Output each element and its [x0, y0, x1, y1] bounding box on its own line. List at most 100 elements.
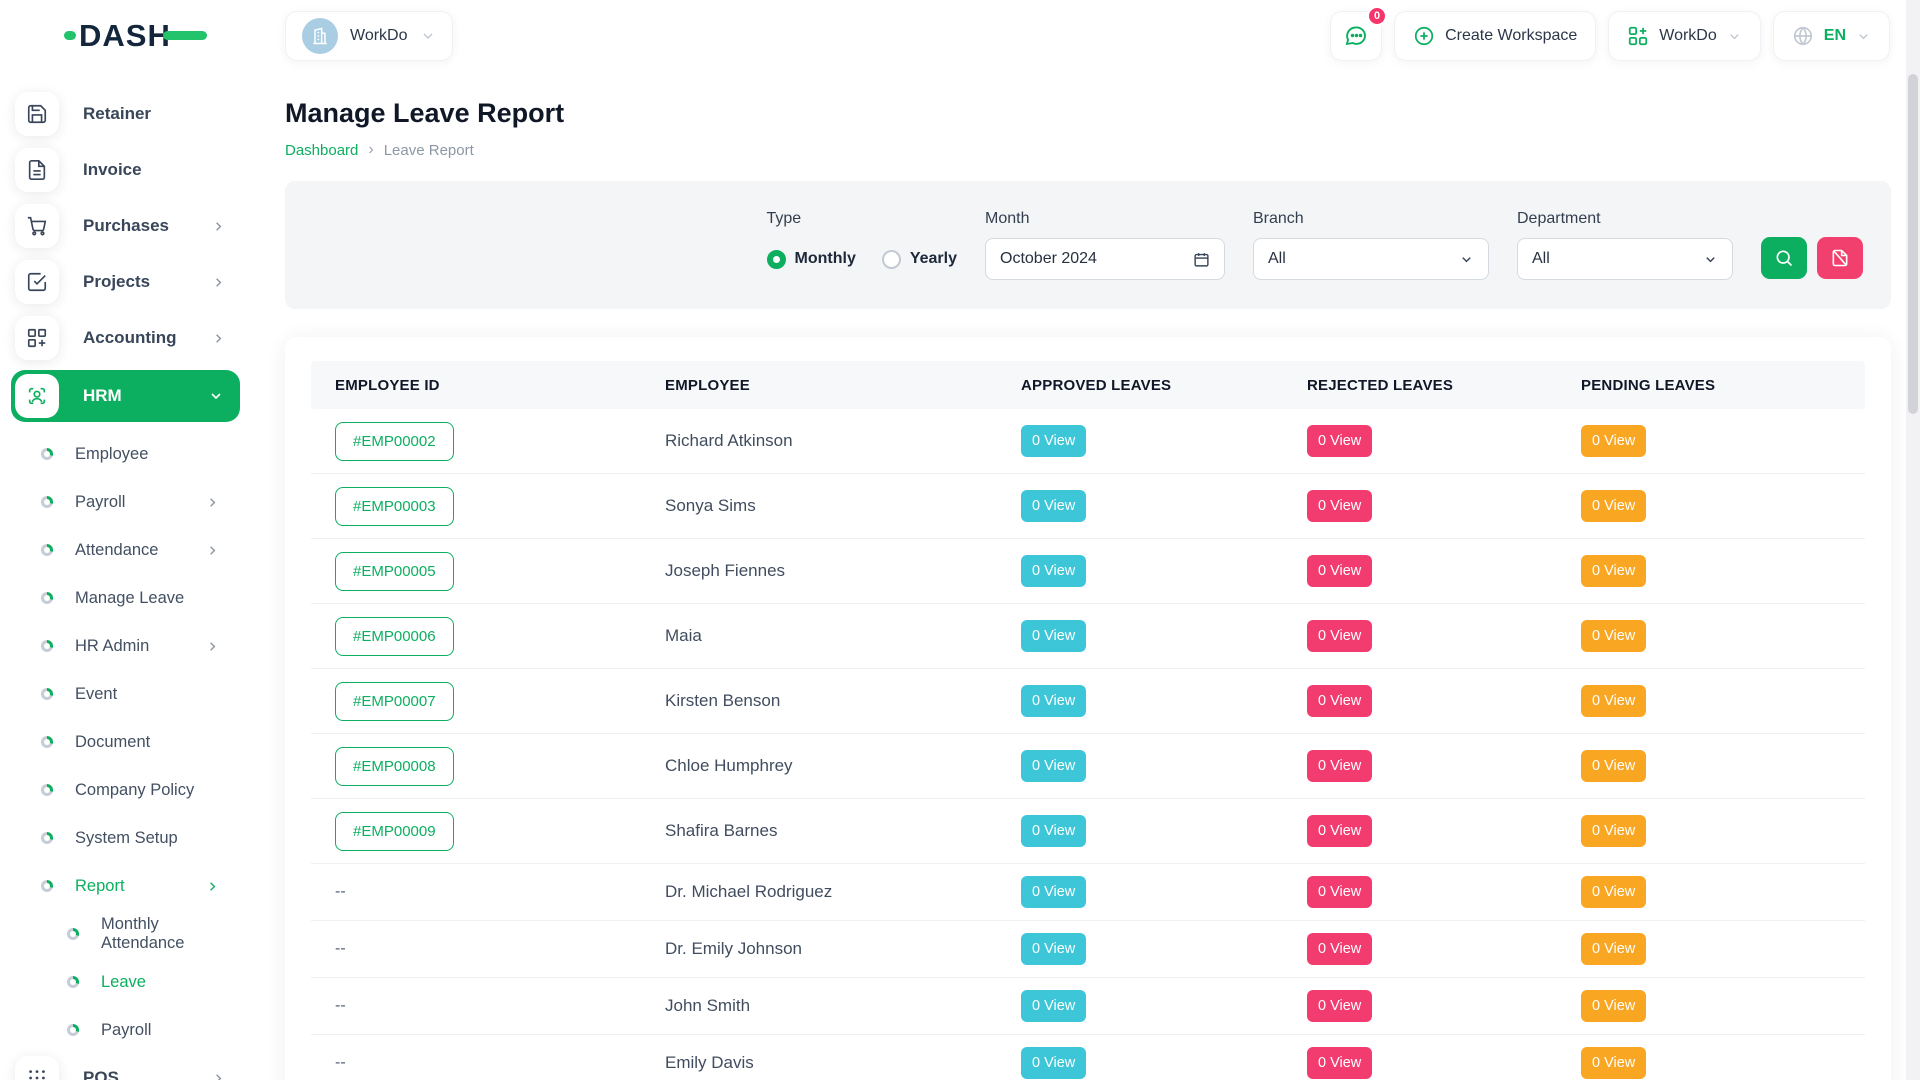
sidebar-subitem-hr-admin[interactable]: HR Admin [15, 622, 240, 670]
sidebar-item-retainer[interactable]: Retainer [15, 90, 240, 138]
sidebar-subitem-system-setup[interactable]: System Setup [15, 814, 240, 862]
sidebar-item-label: Accounting [83, 328, 177, 348]
sidebar-subitem-payroll[interactable]: Payroll [15, 478, 240, 526]
pending-leaves-view-badge[interactable]: 0 View [1581, 750, 1646, 782]
logo-accent-dash [163, 31, 207, 40]
chevron-down-icon [1727, 29, 1742, 44]
approved-leaves-view-badge[interactable]: 0 View [1021, 555, 1086, 587]
filter-type-options: Monthly Yearly [767, 238, 957, 280]
rejected-leaves-view-badge[interactable]: 0 View [1307, 490, 1372, 522]
department-select[interactable]: All [1517, 238, 1733, 280]
rejected-leaves-view-badge[interactable]: 0 View [1307, 1047, 1372, 1079]
radio-monthly[interactable]: Monthly [767, 250, 856, 269]
approved-leaves-view-badge[interactable]: 0 View [1021, 490, 1086, 522]
pending-leaves-view-badge[interactable]: 0 View [1581, 876, 1646, 908]
approved-leaves-view-badge[interactable]: 0 View [1021, 620, 1086, 652]
create-workspace-button[interactable]: Create Workspace [1394, 11, 1596, 61]
language-selector[interactable]: EN [1773, 11, 1890, 61]
sidebar-item-hrm[interactable]: HRM [11, 370, 240, 422]
sidebar-item-invoice[interactable]: Invoice [15, 146, 240, 194]
sidebar-item-purchases[interactable]: Purchases [15, 202, 240, 250]
approved-leaves-view-badge[interactable]: 0 View [1021, 876, 1086, 908]
sidebar-subitem-monthly-attendance[interactable]: Monthly Attendance [15, 910, 240, 958]
logo-accent-dot [64, 31, 76, 40]
page-scrollbar[interactable] [1906, 0, 1920, 1080]
scrollbar-thumb[interactable] [1908, 74, 1918, 414]
sidebar-subitem-event[interactable]: Event [15, 670, 240, 718]
breadcrumb-dashboard-link[interactable]: Dashboard [285, 142, 358, 159]
bullet-icon [67, 928, 79, 940]
column-header-pending-leaves: PENDING LEAVES [1557, 377, 1865, 394]
employee-id-button[interactable]: #EMP00007 [335, 682, 454, 721]
pending-leaves-view-badge[interactable]: 0 View [1581, 990, 1646, 1022]
approved-leaves-view-badge[interactable]: 0 View [1021, 815, 1086, 847]
employee-name: Sonya Sims [665, 496, 756, 515]
pending-leaves-view-badge[interactable]: 0 View [1581, 620, 1646, 652]
globe-icon [1792, 25, 1814, 47]
pending-leaves-view-badge[interactable]: 0 View [1581, 555, 1646, 587]
pending-leaves-view-badge[interactable]: 0 View [1581, 933, 1646, 965]
pending-leaves-view-badge[interactable]: 0 View [1581, 685, 1646, 717]
sidebar-item-label: HRM [83, 386, 122, 406]
sidebar-subitem-label: Payroll [101, 1021, 151, 1040]
sidebar-item-pos[interactable]: POS [15, 1054, 240, 1080]
bullet-icon [41, 544, 53, 556]
employee-id-button[interactable]: #EMP00002 [335, 422, 454, 461]
sidebar-item-projects[interactable]: Projects [15, 258, 240, 306]
pending-leaves-view-badge[interactable]: 0 View [1581, 815, 1646, 847]
employee-id-button[interactable]: #EMP00008 [335, 747, 454, 786]
approved-leaves-view-badge[interactable]: 0 View [1021, 933, 1086, 965]
approved-leaves-view-badge[interactable]: 0 View [1021, 750, 1086, 782]
month-picker-value: October 2024 [1000, 250, 1097, 268]
apps-menu-button[interactable]: WorkDo [1608, 11, 1761, 61]
radio-yearly[interactable]: Yearly [882, 250, 957, 269]
approved-leaves-view-badge[interactable]: 0 View [1021, 990, 1086, 1022]
table-row: #EMP00005Joseph Fiennes0 View0 View0 Vie… [311, 539, 1865, 604]
month-picker-input[interactable]: October 2024 [985, 238, 1225, 280]
employee-id-button[interactable]: #EMP00003 [335, 487, 454, 526]
rejected-leaves-view-badge[interactable]: 0 View [1307, 685, 1372, 717]
sidebar-subitem-employee[interactable]: Employee [15, 430, 240, 478]
sidebar-subitem-document[interactable]: Document [15, 718, 240, 766]
pending-leaves-view-badge[interactable]: 0 View [1581, 425, 1646, 457]
rejected-leaves-view-badge[interactable]: 0 View [1307, 876, 1372, 908]
rejected-leaves-view-badge[interactable]: 0 View [1307, 750, 1372, 782]
approved-leaves-view-badge[interactable]: 0 View [1021, 685, 1086, 717]
workspace-selector[interactable]: WorkDo [285, 11, 453, 61]
pending-leaves-view-badge[interactable]: 0 View [1581, 490, 1646, 522]
sidebar-subitem-report[interactable]: Report [15, 862, 240, 910]
chevron-down-icon [1703, 252, 1718, 267]
reset-filter-button[interactable] [1817, 237, 1863, 279]
rejected-leaves-view-badge[interactable]: 0 View [1307, 555, 1372, 587]
messages-button[interactable]: 0 [1330, 11, 1382, 61]
search-button[interactable] [1761, 237, 1807, 279]
employee-id-button[interactable]: #EMP00009 [335, 812, 454, 851]
sidebar-subitem-attendance[interactable]: Attendance [15, 526, 240, 574]
sidebar-subitem-label: HR Admin [75, 637, 149, 656]
rejected-leaves-view-badge[interactable]: 0 View [1307, 620, 1372, 652]
employee-id-button[interactable]: #EMP00005 [335, 552, 454, 591]
sidebar-subitem-leave[interactable]: Leave [15, 958, 240, 1006]
sidebar-subitem-label: Document [75, 733, 150, 752]
pending-leaves-view-badge[interactable]: 0 View [1581, 1047, 1646, 1079]
sidebar-subitem-manage-leave[interactable]: Manage Leave [15, 574, 240, 622]
sidebar-subitem-company-policy[interactable]: Company Policy [15, 766, 240, 814]
rejected-leaves-view-badge[interactable]: 0 View [1307, 815, 1372, 847]
sidebar-item-accounting[interactable]: Accounting [15, 314, 240, 362]
table-row: #EMP00003 Sonya Sims 0 View 0 View 0 View [311, 474, 1865, 539]
branch-select-value: All [1268, 250, 1286, 268]
rejected-leaves-view-badge[interactable]: 0 View [1307, 933, 1372, 965]
table-row: --Dr. Emily Johnson0 View0 View0 View [311, 921, 1865, 978]
sidebar-subitem-label: Payroll [75, 493, 125, 512]
employee-id-button[interactable]: #EMP00006 [335, 617, 454, 656]
branch-select[interactable]: All [1253, 238, 1489, 280]
rejected-leaves-view-badge[interactable]: 0 View [1307, 990, 1372, 1022]
approved-leaves-view-badge[interactable]: 0 View [1021, 425, 1086, 457]
brand-logo[interactable]: DASH [64, 20, 207, 51]
sidebar-subitem-label: Monthly Attendance [101, 915, 240, 953]
sidebar-subitem-label: System Setup [75, 829, 178, 848]
rejected-leaves-view-badge[interactable]: 0 View [1307, 425, 1372, 457]
sidebar-subitem-payroll[interactable]: Payroll [15, 1006, 240, 1054]
approved-leaves-view-badge[interactable]: 0 View [1021, 1047, 1086, 1079]
table-row: #EMP00008Chloe Humphrey0 View0 View0 Vie… [311, 734, 1865, 799]
